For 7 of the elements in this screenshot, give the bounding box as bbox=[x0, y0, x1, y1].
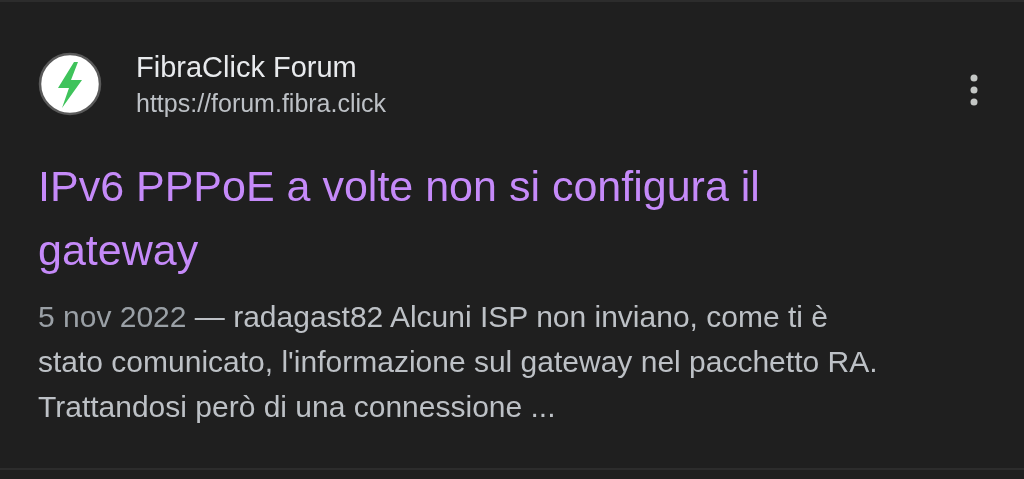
more-vertical-icon bbox=[970, 74, 978, 106]
site-name: FibraClick Forum bbox=[136, 50, 358, 85]
lightning-bolt-icon bbox=[38, 52, 102, 116]
result-title-link[interactable]: IPv6 PPPoE a volte non si configura il gateway bbox=[38, 154, 858, 282]
result-snippet: 5 nov 2022 — radagast82 Alcuni ISP non inviano, come ti è stato comunicato, l'informazione sul gateway nel pacchetto RA. Trattandosi però di una connessione ... bbox=[38, 299, 879, 425]
site-url: https://forum.fibra.click bbox=[136, 88, 387, 119]
more-options-button[interactable] bbox=[968, 74, 980, 106]
